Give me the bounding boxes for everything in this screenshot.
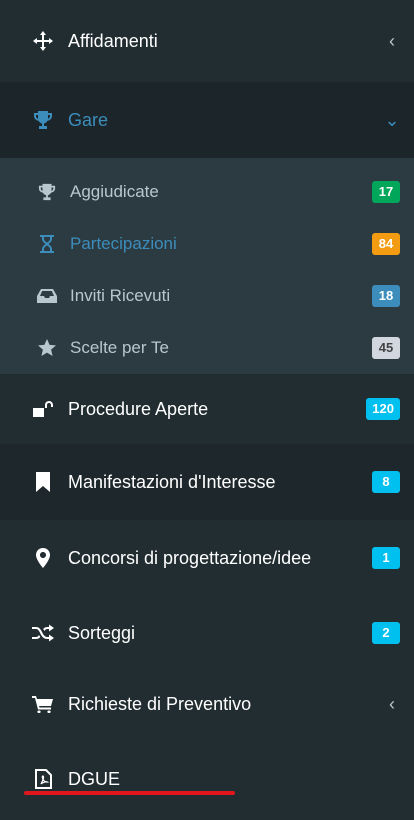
menu-item-label: Concorsi di progettazione/idee [68,547,312,568]
active-underline [24,791,235,795]
unlock-icon [32,398,54,420]
file-pdf-icon [32,768,54,790]
count-badge: 120 [366,398,400,420]
menu-item-label: Richieste di Preventivo [68,693,252,714]
count-badge: 1 [372,547,400,569]
star-icon [36,337,58,359]
menu-item-label: Affidamenti [68,30,158,51]
count-badge: 2 [372,622,400,644]
submenu-item-aggiudicate[interactable]: Aggiudicate 17 [0,158,414,218]
submenu-item-scelte-per-te[interactable]: Scelte per Te 45 [0,322,414,374]
count-badge: 17 [372,181,400,203]
chevron-down-icon: ⌄ [384,109,400,130]
menu-item-procedure-aperte[interactable]: Procedure Aperte 120 [0,374,414,444]
count-badge: 8 [372,471,400,493]
chevron-left-icon: ‹ [389,693,395,714]
menu-item-affidamenti[interactable]: Affidamenti ‹ [0,0,414,82]
gare-submenu: Aggiudicate 17 Partecipazioni 84 Inviti … [0,158,414,374]
hourglass-icon [36,233,58,255]
submenu-item-inviti-ricevuti[interactable]: Inviti Ricevuti 18 [0,270,414,322]
menu-item-label: Aggiudicate [70,182,159,201]
menu-item-label: Inviti Ricevuti [70,286,171,305]
menu-item-dgue[interactable]: DGUE [0,738,414,820]
trophy-icon [36,181,58,203]
menu-item-label: Sorteggi [68,622,136,643]
count-badge: 18 [372,285,400,307]
menu-item-label: Manifestazioni d'Interesse [68,471,276,492]
menu-item-gare[interactable]: Gare ⌄ [0,82,414,158]
menu-item-label: Procedure Aperte [68,398,209,419]
menu-item-label: Gare [68,109,109,130]
map-marker-icon [32,547,54,569]
chevron-left-icon: ‹ [389,30,395,51]
menu-item-richieste-preventivo[interactable]: Richieste di Preventivo ‹ [0,670,414,738]
sidebar-menu: Affidamenti ‹ Gare ⌄ Aggiudicate 17 Part… [0,0,414,800]
menu-item-sorteggi[interactable]: Sorteggi 2 [0,596,414,670]
menu-item-manifestazioni-interesse[interactable]: Manifestazioni d'Interesse 8 [0,444,414,520]
count-badge: 84 [372,233,400,255]
trophy-icon [32,109,54,131]
arrows-move-icon [32,30,54,52]
menu-item-label: DGUE [68,768,121,789]
inbox-icon [36,285,58,307]
submenu-item-partecipazioni[interactable]: Partecipazioni 84 [0,218,414,270]
count-badge: 45 [372,337,400,359]
menu-item-concorsi[interactable]: Concorsi di progettazione/idee 1 [0,520,414,596]
bookmark-icon [32,471,54,493]
menu-item-label: Partecipazioni [70,234,177,253]
menu-item-label: Scelte per Te [70,338,169,357]
shuffle-icon [32,622,54,644]
cart-icon [32,693,54,715]
